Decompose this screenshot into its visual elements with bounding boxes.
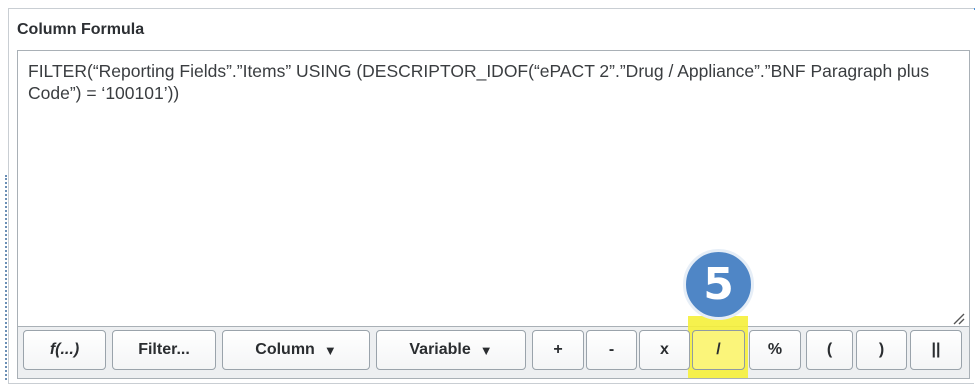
chevron-down-icon: ▼ [479, 342, 493, 358]
column-label: Column [255, 341, 315, 358]
formula-editor[interactable]: FILTER(“Reporting Fields”.”Items” USING … [17, 50, 970, 327]
insert-function-label: f(...) [49, 341, 80, 358]
formula-text[interactable]: FILTER(“Reporting Fields”.”Items” USING … [28, 60, 957, 104]
minus-button[interactable]: - [586, 330, 637, 370]
open-paren-label: ( [826, 341, 833, 358]
concat-button[interactable]: || [910, 330, 962, 370]
plus-label: + [553, 341, 563, 358]
selection-edge [5, 175, 7, 380]
filter-button[interactable]: Filter... [112, 330, 216, 370]
plus-button[interactable]: + [532, 330, 584, 370]
close-paren-label: ) [878, 341, 885, 358]
variable-dropdown-button[interactable]: Variable ▼ [376, 330, 526, 370]
percent-button[interactable]: % [749, 330, 801, 370]
resize-grip-icon[interactable] [951, 311, 965, 325]
variable-label: Variable [409, 341, 471, 358]
panel-title: Column Formula [17, 21, 145, 38]
concat-label: || [931, 341, 941, 358]
chevron-down-icon: ▼ [323, 342, 337, 358]
column-dropdown-button[interactable]: Column ▼ [222, 330, 370, 370]
divide-button[interactable]: / [692, 330, 745, 370]
divide-label: / [716, 341, 721, 358]
minus-label: - [608, 341, 615, 358]
multiply-button[interactable]: x [639, 330, 690, 370]
step-number: 5 [703, 259, 734, 310]
insert-function-button[interactable]: f(...) [23, 330, 106, 370]
close-paren-button[interactable]: ) [856, 330, 907, 370]
filter-label: Filter... [138, 341, 190, 358]
open-paren-button[interactable]: ( [806, 330, 853, 370]
multiply-label: x [660, 341, 669, 358]
percent-label: % [767, 341, 783, 358]
step-badge: 5 [683, 249, 754, 320]
